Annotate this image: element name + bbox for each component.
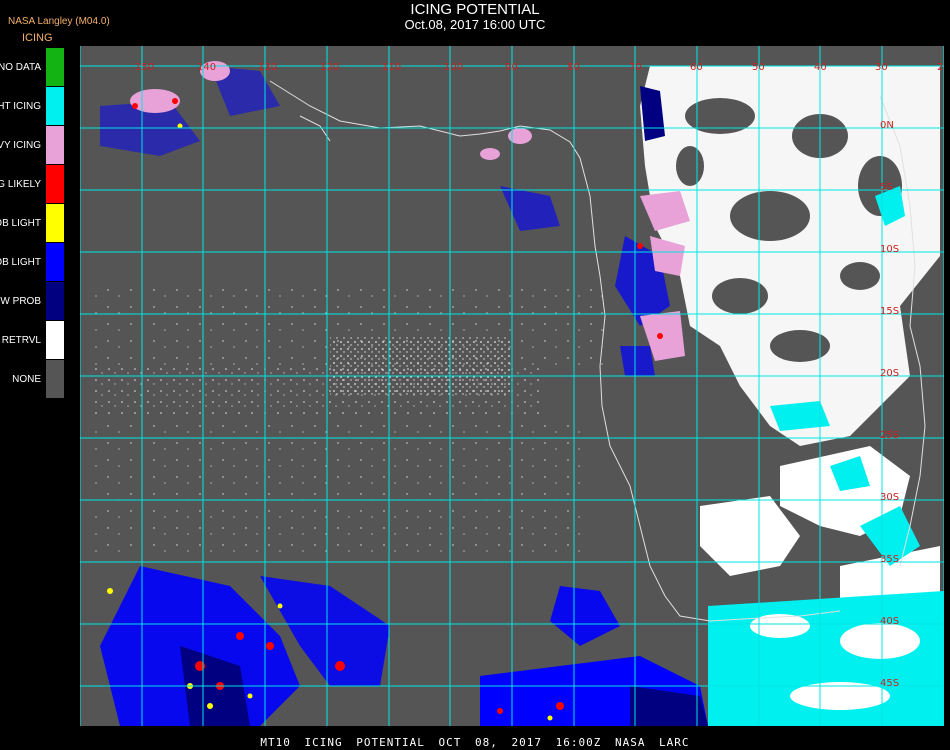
legend-swatch [46,126,64,164]
longitude-label: 100 [444,62,463,73]
footer-caption: MT10 ICING POTENTIAL OCT 08, 2017 16:00Z… [260,736,690,749]
longitude-label: 80 [567,62,580,73]
legend-item-none: NONE [0,360,64,399]
legend-label: NONE [12,373,41,385]
legend-item-mog-likely: MOG LIKELY [0,165,64,204]
latitude-label: 40S [880,616,899,627]
legend-item-hi-prob-light: HI PROB LIGHT [0,204,64,243]
legend-swatch [46,360,64,398]
legend-label: HEAVY ICING [0,139,41,151]
product-label: ICING [22,32,53,44]
map-subtitle: Oct.08, 2017 16:00 UTC [404,17,546,32]
legend-item-heavy-icing: HEAVY ICING [0,126,64,165]
legend-label: NO DATA [0,61,41,73]
legend-label: LO PROB LIGHT [0,256,41,268]
longitude-label: 30 [875,62,888,73]
latitude-label: 10S [880,244,899,255]
legend-swatch [46,165,64,203]
longitude-label: 70 [629,62,642,73]
latitude-label: 15S [880,306,899,317]
icing-map: 150 140 130 120 110 100 90 80 70 60 50 40 30 20 0N 5S 10… [80,46,944,726]
map-title: ICING POTENTIAL [410,1,540,18]
legend-swatch [46,48,64,86]
latitude-label: 25S [880,430,899,441]
legend: NO DATA NIGHT ICING HEAVY ICING MOG LIKE… [0,48,64,399]
legend-item-night-icing: NIGHT ICING [0,87,64,126]
latitude-label: 35S [880,554,899,565]
longitude-label: 120 [320,62,339,73]
latitude-label: 20S [880,368,899,379]
legend-label: HI PROB LIGHT [0,217,41,229]
latitude-label: 45S [880,678,899,689]
scattered-retrieval-region [90,286,610,556]
latitude-label: 30S [880,492,899,503]
legend-label: MOG LIKELY [0,178,41,190]
legend-item-no-data: NO DATA [0,48,64,87]
longitude-label: 50 [752,62,765,73]
legend-item-low-prob: LOW PROB [0,282,64,321]
legend-item-no-retrvl: NO RETRVL [0,321,64,360]
legend-label: NO RETRVL [0,334,41,346]
legend-label: NIGHT ICING [0,100,41,112]
legend-item-lo-prob-light: LO PROB LIGHT [0,243,64,282]
longitude-label: 130 [258,62,277,73]
legend-swatch [46,282,64,320]
legend-label: LOW PROB [0,295,41,307]
legend-swatch [46,243,64,281]
longitude-label: 20 [937,62,944,73]
longitude-label: 150 [135,62,154,73]
legend-swatch [46,204,64,242]
latitude-label: 5S [880,182,893,193]
source-label: NASA Langley (M04.0) [8,16,110,27]
legend-swatch [46,321,64,359]
longitude-label: 40 [814,62,827,73]
longitude-label: 140 [197,62,216,73]
latitude-label: 0N [880,120,894,131]
legend-swatch [46,87,64,125]
longitude-label: 110 [382,62,401,73]
longitude-label: 90 [505,62,518,73]
longitude-label: 60 [690,62,703,73]
